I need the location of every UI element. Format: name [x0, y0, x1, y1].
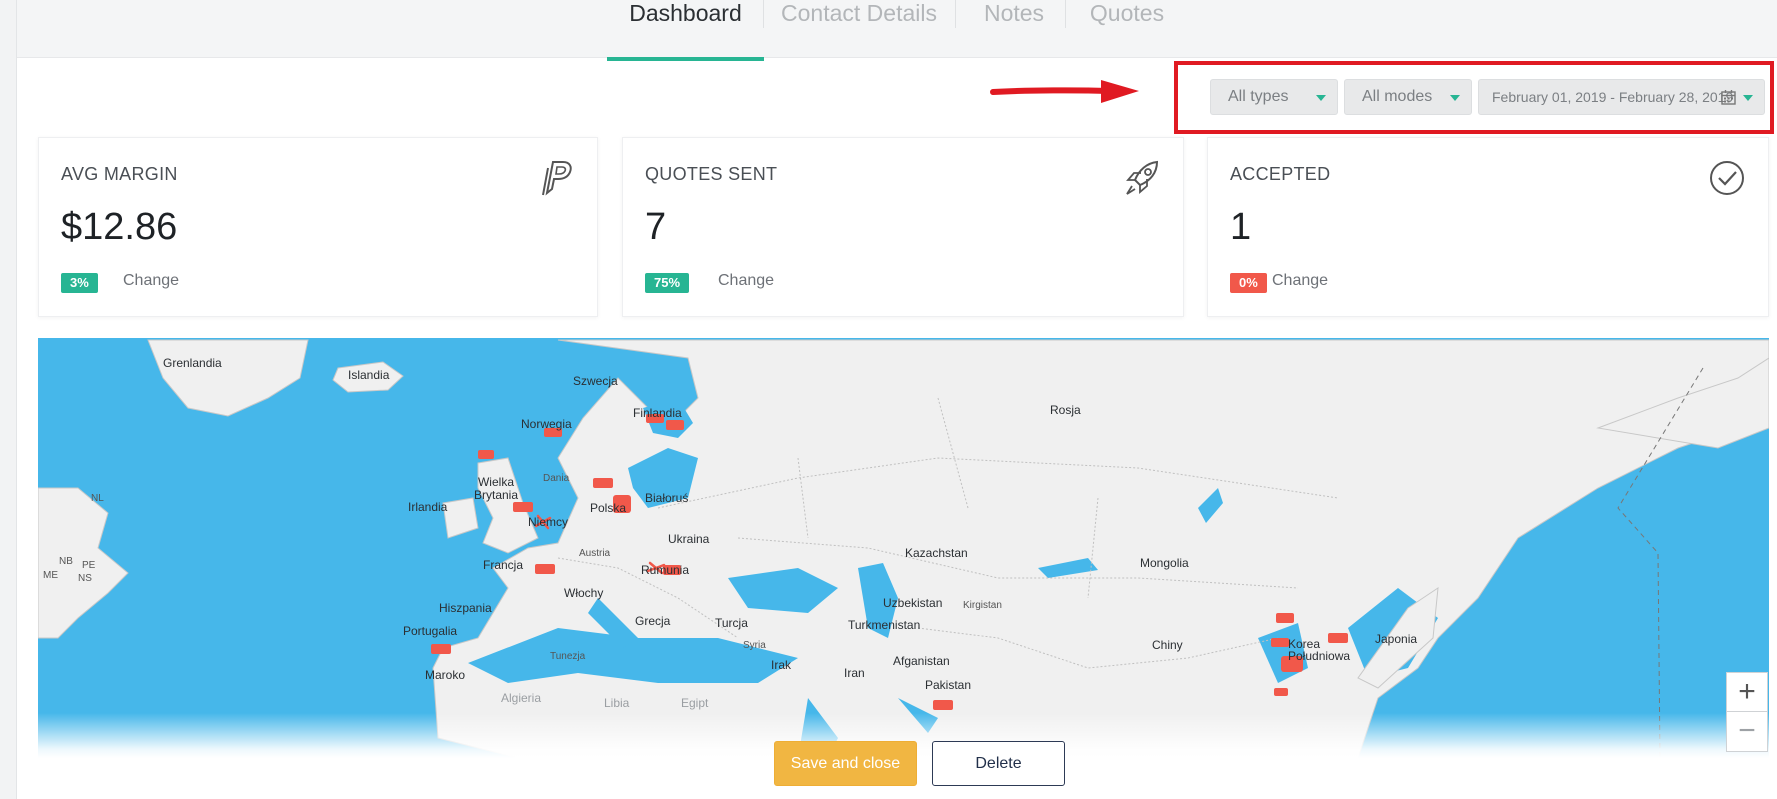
left-sidebar-strip — [0, 0, 17, 799]
tab-dashboard[interactable]: Dashboard — [607, 0, 764, 61]
map-label: Włochy — [564, 586, 604, 600]
map-label: Rosja — [1050, 403, 1081, 417]
map-label: Irlandia — [408, 500, 448, 514]
map-label: Polska — [590, 501, 627, 515]
card-title: AVG MARGIN — [61, 164, 178, 184]
map-label: Turkmenistan — [848, 618, 921, 632]
map-label: Finlandia — [633, 406, 682, 420]
map-label: NB — [59, 556, 73, 567]
map-label: Maroko — [425, 668, 466, 682]
map-label: Tunezja — [550, 651, 586, 662]
tab-label: Notes — [983, 0, 1045, 26]
zoom-out-button[interactable]: − — [1726, 712, 1768, 752]
map-label: Hiszpania — [439, 601, 492, 615]
change-label: Change — [1272, 272, 1329, 289]
map-label: Korea Południowa — [1288, 637, 1351, 663]
map-label: Grenlandia — [163, 356, 222, 370]
rocket-icon — [1126, 160, 1159, 195]
map-label: Japonia — [1375, 632, 1418, 646]
map-label: Mongolia — [1140, 556, 1189, 570]
map-label: Turcja — [715, 616, 748, 630]
calendar-icon — [1721, 90, 1736, 105]
map-label: Szwecja — [573, 374, 618, 388]
tab-bar: Dashboard Contact Details Notes Quotes — [17, 0, 1777, 61]
map-label: Islandia — [348, 368, 390, 382]
change-label: Change — [123, 272, 180, 289]
paypal-icon — [542, 161, 572, 196]
main-panel: Dashboard Contact Details Notes Quotes A… — [17, 0, 1777, 799]
map-base-layer — [38, 339, 1769, 758]
change-label: Change — [718, 272, 775, 289]
map-label: NL — [91, 493, 104, 504]
map-label: Uzbekistan — [883, 596, 943, 610]
delete-button[interactable]: Delete — [932, 741, 1065, 786]
card-value: 1 — [1230, 206, 1252, 248]
map-label: Afganistan — [893, 654, 950, 668]
active-tab-underline — [607, 57, 764, 61]
map-label: Francja — [483, 558, 524, 572]
map-label: Ukraina — [668, 532, 710, 546]
card-value: 7 — [645, 206, 667, 248]
map-label: PE — [82, 560, 96, 571]
stat-card-quotes-sent: QUOTES SENT 7 75% Change — [622, 137, 1184, 317]
caret-down-icon — [1743, 95, 1753, 101]
stat-card-avg-margin: AVG MARGIN $12.86 3% Change — [38, 137, 598, 317]
map-label: NS — [78, 573, 92, 584]
card-value: $12.86 — [61, 206, 178, 248]
map-label: Rumunia — [641, 563, 690, 577]
caret-down-icon — [1450, 95, 1460, 101]
check-circle-icon — [1710, 161, 1744, 195]
card-title: ACCEPTED — [1230, 164, 1331, 184]
tab-quotes[interactable]: Quotes — [1079, 0, 1175, 58]
tab-contact-details[interactable]: Contact Details — [779, 0, 939, 58]
map-label: Portugalia — [403, 624, 458, 638]
date-range-value: February 01, 2019 - February 28, 2019 — [1492, 89, 1734, 105]
mode-select-value: All modes — [1362, 88, 1433, 105]
tab-separator — [955, 0, 956, 28]
map-label: Irak — [771, 658, 792, 672]
map-label: Algieria — [501, 691, 542, 705]
map-label: Dania — [543, 473, 570, 484]
map-label: Syria — [743, 640, 766, 651]
change-badge: 75% — [645, 273, 690, 293]
annotation-arrow-icon — [990, 80, 1139, 103]
save-and-close-button[interactable]: Save and close — [774, 741, 917, 786]
map-label: Wielka Brytania — [473, 475, 519, 502]
tab-label: Contact Details — [781, 0, 937, 26]
map-label: Egipt — [681, 696, 709, 710]
map-label: Niemcy — [528, 515, 569, 529]
tab-separator — [763, 0, 764, 28]
tab-separator — [1065, 0, 1066, 28]
change-badge: 3% — [61, 273, 98, 293]
change-badge: 0% — [1230, 273, 1267, 293]
map-label: Pakistan — [925, 678, 972, 692]
date-range-picker[interactable]: February 01, 2019 - February 28, 2019 — [1478, 79, 1765, 115]
map-label: Chiny — [1152, 638, 1183, 652]
mode-select[interactable]: All modes — [1344, 79, 1472, 115]
map-label: Kazachstan — [905, 546, 968, 560]
map-label: Grecja — [635, 614, 671, 628]
world-map[interactable]: Grenlandia Islandia Szwecja Finlandia No… — [38, 338, 1769, 758]
map-label: Norwegia — [521, 417, 572, 431]
zoom-in-button[interactable]: + — [1726, 672, 1768, 712]
map-label: Libia — [604, 696, 630, 710]
tab-label: Quotes — [1089, 0, 1165, 26]
map-label: Iran — [844, 666, 865, 680]
caret-down-icon — [1316, 95, 1326, 101]
map-label: Białoruś — [645, 491, 689, 505]
map-label: Kirgistan — [963, 600, 1002, 611]
type-select[interactable]: All types — [1210, 79, 1338, 115]
stat-card-accepted: ACCEPTED 1 0% Change — [1207, 137, 1769, 317]
map-label: ME — [43, 570, 58, 581]
type-select-value: All types — [1228, 88, 1289, 105]
tab-notes[interactable]: Notes — [969, 0, 1059, 58]
map-label: Austria — [579, 548, 611, 559]
tab-label: Dashboard — [629, 0, 742, 26]
card-title: QUOTES SENT — [645, 164, 778, 184]
